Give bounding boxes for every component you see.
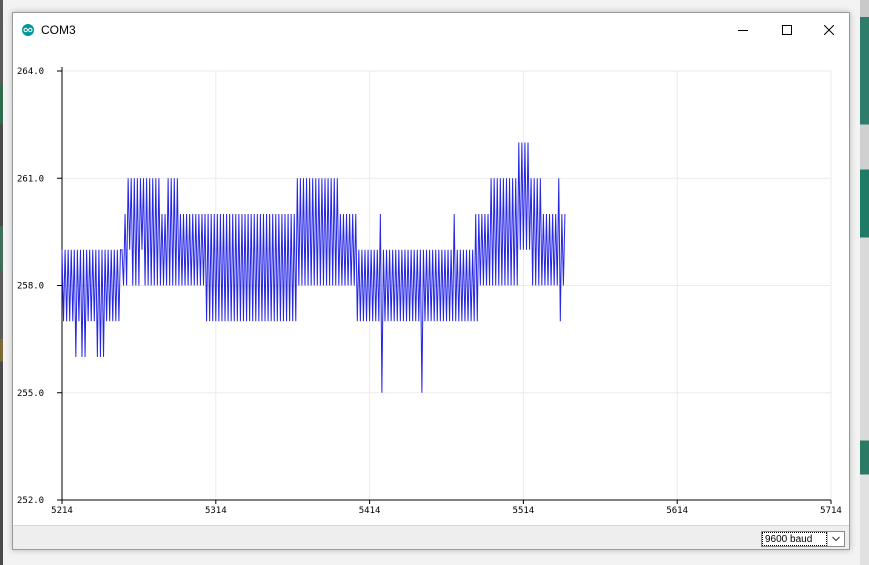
desktop-edge-left <box>0 0 3 565</box>
x-tick-label: 5614 <box>666 506 688 516</box>
x-tick-label: 5514 <box>513 506 535 516</box>
series-layer <box>61 142 566 393</box>
serial-plot-chart: 5214 5314 5414 5514 5614 5714 252.0 255.0 258.0 2… <box>17 67 842 516</box>
arduino-logo-icon <box>22 24 34 36</box>
y-tick-label: 258.0 <box>17 282 44 292</box>
plot-area: 5214 5314 5414 5514 5614 5714 252.0 255.0 258.0 2… <box>13 47 849 523</box>
minimize-icon <box>738 30 748 31</box>
x-tick-label: 5314 <box>205 506 227 516</box>
x-tick-label: 5214 <box>51 506 73 516</box>
minimize-button[interactable] <box>721 13 765 47</box>
tick-label-layer: 5214 5314 5414 5514 5614 5714 252.0 255.0 258.0 2… <box>17 67 842 516</box>
x-tick-label: 5414 <box>359 506 381 516</box>
title-bar[interactable]: COM3 <box>13 13 849 47</box>
series-line <box>61 142 566 393</box>
baud-rate-select[interactable]: 9600 baud <box>761 531 845 547</box>
y-tick-label: 252.0 <box>17 496 44 506</box>
desktop-background: COM3 5214 5314 5414 5514 5614 5714 252.0… <box>0 0 869 565</box>
desktop-edge-right <box>860 0 869 565</box>
grid-layer <box>62 70 832 500</box>
serial-plotter-window: COM3 5214 5314 5414 5514 5614 5714 252.0… <box>12 12 850 550</box>
close-icon <box>824 25 834 35</box>
window-title: COM3 <box>41 23 76 37</box>
x-tick-label: 5714 <box>820 506 842 516</box>
maximize-button[interactable] <box>765 13 809 47</box>
chevron-down-icon[interactable] <box>827 532 844 546</box>
y-tick-label: 264.0 <box>17 67 44 77</box>
baud-rate-value: 9600 baud <box>762 532 827 546</box>
maximize-icon <box>782 25 792 35</box>
close-button[interactable] <box>807 13 849 47</box>
y-tick-label: 255.0 <box>17 389 44 399</box>
status-bar: 9600 baud <box>13 525 849 549</box>
y-tick-label: 261.0 <box>17 174 44 184</box>
